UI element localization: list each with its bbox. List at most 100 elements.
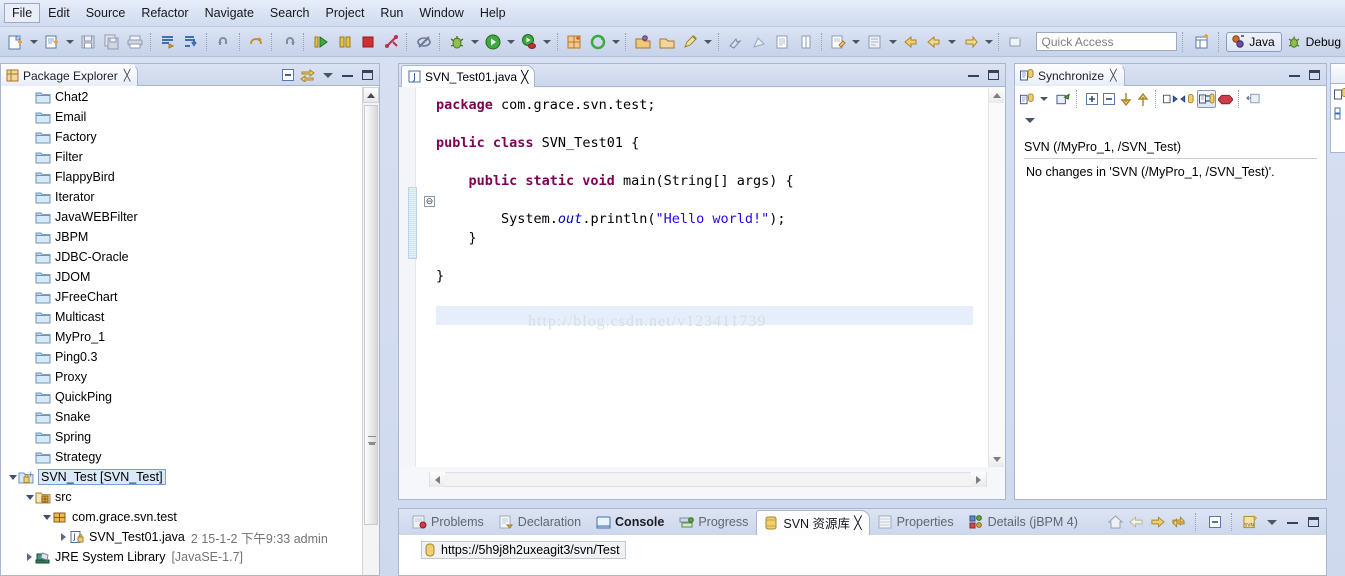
- close-icon[interactable]: ╳: [124, 69, 131, 82]
- new-java-class-dropdown[interactable]: [64, 30, 77, 54]
- close-icon[interactable]: ╳: [1110, 69, 1117, 82]
- new-plugin-icon[interactable]: [563, 30, 587, 54]
- tree-item-spring[interactable]: Spring: [1, 427, 361, 447]
- tree-item-jre-system-library[interactable]: JRE System Library [JavaSE-1.7]: [1, 547, 361, 567]
- tab-package-explorer[interactable]: Package Explorer ╳: [1, 64, 139, 86]
- next-annotation-icon[interactable]: [724, 30, 748, 54]
- tree-item-multicast[interactable]: Multicast: [1, 307, 361, 327]
- editor-gutter[interactable]: [400, 88, 416, 467]
- scroll-down-button[interactable]: [989, 452, 1004, 467]
- new-wizard-dropdown[interactable]: [28, 30, 41, 54]
- synchronize-icon[interactable]: [1020, 92, 1035, 107]
- redo-icon[interactable]: [244, 30, 268, 54]
- hidden-view-sliver[interactable]: [1330, 63, 1345, 153]
- view-menu-icon[interactable]: [1022, 113, 1037, 128]
- close-icon[interactable]: ╳: [521, 70, 528, 84]
- tree-item-factory[interactable]: Factory: [1, 127, 361, 147]
- both-mode-icon[interactable]: [1197, 90, 1216, 108]
- new-wizard-icon[interactable]: [4, 30, 28, 54]
- minimize-icon[interactable]: [966, 68, 981, 83]
- menu-item-refactor[interactable]: Refactor: [133, 3, 196, 23]
- twisty-closed-icon[interactable]: [58, 527, 69, 547]
- new-java-class-icon[interactable]: [40, 30, 64, 54]
- menu-item-run[interactable]: Run: [372, 3, 411, 23]
- debug-dropdown[interactable]: [468, 30, 481, 54]
- twisty-open-icon[interactable]: [7, 467, 18, 487]
- scroll-up-button[interactable]: [363, 87, 379, 103]
- build-all-icon[interactable]: [156, 30, 180, 54]
- fold-collapse-icon[interactable]: ⊖: [424, 196, 435, 207]
- menu-item-source[interactable]: Source: [78, 3, 134, 23]
- collapse-all-icon[interactable]: [1101, 92, 1116, 107]
- tree-item-quickping[interactable]: QuickPing: [1, 387, 361, 407]
- bottom-tab-properties[interactable]: Properties: [871, 509, 961, 535]
- tree-item-flappybird[interactable]: FlappyBird: [1, 167, 361, 187]
- build-project-icon[interactable]: [180, 30, 204, 54]
- toggle-block-icon[interactable]: [794, 30, 818, 54]
- tree-item-ping0-3[interactable]: Ping0.3: [1, 347, 361, 367]
- tree-item-jfreechart[interactable]: JFreeChart: [1, 287, 361, 307]
- new-repository-location-icon[interactable]: SVN: [1243, 515, 1258, 530]
- code-editor-area[interactable]: ⊖ http://blog.csdn.net/v123411739 packag…: [400, 88, 990, 467]
- tab-synchronize[interactable]: Synchronize ╳: [1015, 64, 1125, 86]
- last-edit-icon[interactable]: [827, 30, 851, 54]
- debug-icon[interactable]: [445, 30, 469, 54]
- bottom-tab-details-jbpm-4[interactable]: Details (jBPM 4): [962, 509, 1085, 535]
- svn-repository-node[interactable]: https://5h9j8h2uxeagit3/svn/Test: [421, 541, 626, 559]
- tree-item-chat2[interactable]: Chat2: [1, 87, 361, 107]
- bottom-tab-problems[interactable]: Problems: [405, 509, 491, 535]
- maximize-icon[interactable]: [360, 68, 375, 83]
- twisty-open-icon[interactable]: [41, 507, 52, 527]
- tree-item-strategy[interactable]: Strategy: [1, 447, 361, 467]
- twisty-closed-icon[interactable]: [24, 547, 35, 567]
- tree-item-com-grace-svn-test[interactable]: com.grace.svn.test: [1, 507, 361, 527]
- tree-item-src[interactable]: src: [1, 487, 361, 507]
- tree-item-jbpm[interactable]: JBPM: [1, 227, 361, 247]
- scroll-left-button[interactable]: [430, 472, 445, 487]
- quick-access-input[interactable]: Quick Access: [1035, 32, 1177, 51]
- bottom-tab-console[interactable]: Console: [589, 509, 671, 535]
- terminate-icon[interactable]: [356, 30, 380, 54]
- package-explorer-scrollbar[interactable]: [362, 87, 379, 575]
- collapse-all-icon[interactable]: [1207, 515, 1222, 530]
- search-icon[interactable]: [678, 30, 702, 54]
- menu-item-project[interactable]: Project: [318, 3, 373, 23]
- previous-annotation-icon[interactable]: [747, 30, 771, 54]
- next-edit-dropdown[interactable]: [982, 30, 995, 54]
- collapse-all-icon[interactable]: [280, 68, 295, 83]
- refresh-icon[interactable]: [1171, 515, 1186, 530]
- next-change-icon[interactable]: [1118, 92, 1133, 107]
- expand-all-icon[interactable]: [1084, 92, 1099, 107]
- source-code[interactable]: package com.grace.svn.test; public class…: [436, 96, 981, 286]
- pin-icon[interactable]: [1246, 92, 1261, 107]
- incoming-mode-icon[interactable]: [1163, 92, 1178, 107]
- tree-item-snake[interactable]: Snake: [1, 407, 361, 427]
- pin-dropdown[interactable]: [886, 30, 899, 54]
- tree-item-svn-test01-java[interactable]: J SVN_Test01.java 2 15-1-2 下午9:33 admin: [1, 527, 361, 547]
- external-tools-dropdown[interactable]: [610, 30, 623, 54]
- editor-horizontal-scrollbar[interactable]: [429, 472, 987, 487]
- home-icon[interactable]: [1108, 515, 1123, 530]
- menu-item-file[interactable]: File: [4, 3, 41, 23]
- forward-icon[interactable]: [1150, 515, 1165, 530]
- tree-item-filter[interactable]: Filter: [1, 147, 361, 167]
- skip-breakpoints-icon[interactable]: [412, 30, 436, 54]
- undo-icon[interactable]: [212, 30, 236, 54]
- run-dropdown[interactable]: [505, 30, 518, 54]
- tab-svn-test01-java[interactable]: J SVN_Test01.java ╳: [401, 65, 536, 87]
- close-icon[interactable]: ╳: [854, 515, 862, 530]
- pin-editor-icon[interactable]: [863, 30, 887, 54]
- run-icon[interactable]: [309, 30, 333, 54]
- tree-item-javawebfilter[interactable]: JavaWEBFilter: [1, 207, 361, 227]
- conflicts-mode-icon[interactable]: [1218, 92, 1233, 107]
- outgoing-mode-icon[interactable]: [1180, 92, 1195, 107]
- tree-item-mypro-1[interactable]: MyPro_1: [1, 327, 361, 347]
- bottom-tab-progress[interactable]: Progress: [672, 509, 755, 535]
- tree-item-jdbc-oracle[interactable]: JDBC-Oracle: [1, 247, 361, 267]
- suspend-icon[interactable]: [333, 30, 357, 54]
- last-edit-dropdown[interactable]: [850, 30, 863, 54]
- tree-item-svn-test-svn-test[interactable]: J SVN_Test [SVN_Test]: [1, 467, 361, 487]
- forward-icon[interactable]: [277, 30, 301, 54]
- open-in-compare-icon[interactable]: [1056, 92, 1071, 107]
- editor-vertical-scrollbar[interactable]: [988, 88, 1005, 467]
